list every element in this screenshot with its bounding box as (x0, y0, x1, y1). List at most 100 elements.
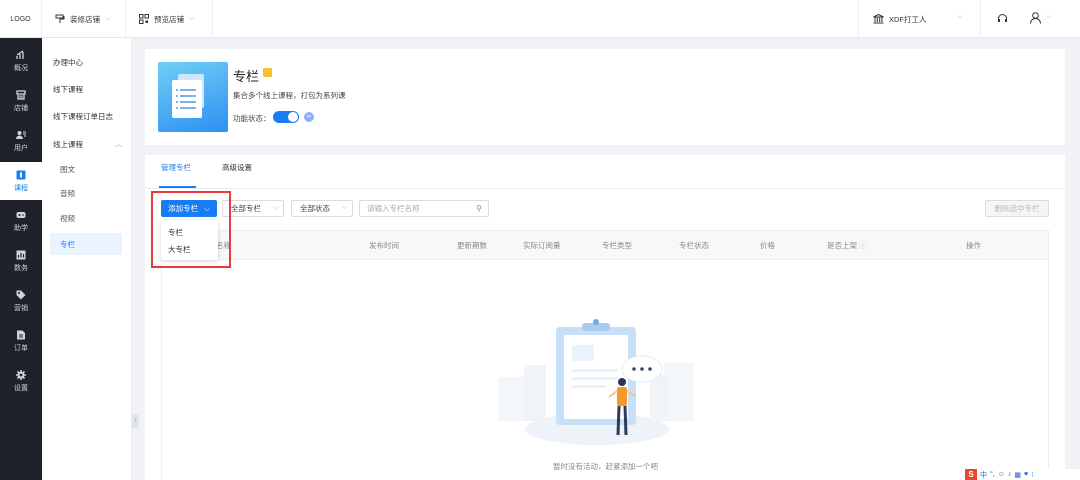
rail-item-orders[interactable]: 订单 (0, 322, 42, 360)
subnav-item-article[interactable]: 图文 (42, 158, 132, 180)
paint-roller-icon (55, 14, 65, 23)
input-method-toolbar[interactable]: S 中 °, ☺ ♪ ▦ ♥ ⁝ (963, 469, 1080, 480)
headset-icon[interactable] (997, 13, 1008, 24)
chevron-down-icon: ⌵ (341, 204, 347, 211)
org-name: XDF打工人 (889, 14, 927, 24)
divider (980, 0, 981, 38)
divider (212, 0, 213, 38)
vip-badge-icon (263, 68, 272, 77)
column-type-value: 全部专栏 (231, 204, 261, 213)
chevron-down-icon: ⌵ (272, 204, 278, 211)
rail-item-marketing[interactable]: 营销 (0, 282, 42, 320)
rail-label: 助学 (14, 224, 28, 232)
ime-skin-icon[interactable]: ♥ (1024, 471, 1028, 478)
ime-menu-icon[interactable]: ⁝ (1031, 471, 1033, 479)
link-icon[interactable]: ∞ (304, 112, 314, 122)
column-header-publish-time: 发布时间 (369, 241, 399, 250)
search-icon[interactable]: ⚲ (476, 204, 482, 213)
preview-store-label: 预览店铺 (154, 14, 184, 24)
rail-item-course[interactable]: 课程 (0, 162, 42, 200)
rail-label: 用户 (14, 144, 28, 152)
highlight-annotation-box (151, 191, 231, 268)
column-header-subscriptions: 实际订阅量 (523, 241, 561, 250)
tab-advanced-settings[interactable]: 高级设置 (222, 162, 252, 188)
chevron-down-icon: ⌵ (189, 15, 195, 22)
column-feature-illustration (158, 62, 228, 132)
column-type-select[interactable]: 全部专栏 ⌵ (222, 200, 284, 217)
column-header-type: 专栏类型 (602, 241, 632, 250)
rail-label: 课程 (14, 184, 28, 192)
column-status-value: 全部状态 (300, 204, 330, 213)
top-bar: LOGO 装修店铺 ⌵ 预览店铺 ⌵ XDF打工人 ⌵ ⌵ (0, 0, 1080, 38)
store-icon (16, 89, 26, 100)
gear-icon (16, 369, 26, 380)
subnav-item-column[interactable]: 专栏 (50, 233, 122, 255)
chevron-down-icon[interactable]: ⌵ (1046, 13, 1051, 21)
rail-item-study[interactable]: 助学 (0, 202, 42, 240)
course-subnav: 办理中心 线下课程 线下课程订单日志 线上课程 ︿ 图文 音频 视频 专栏 (42, 38, 132, 480)
column-header-update-count: 更新期数 (457, 241, 487, 250)
rail-item-users[interactable]: 用户 (0, 122, 42, 160)
empty-state-text: 暂时没有活动，赶紧添加一个吧 (553, 462, 658, 471)
search-placeholder: 请输入专栏名称 (367, 204, 420, 213)
rail-label: 营销 (14, 304, 28, 312)
order-icon (17, 330, 25, 339)
ime-punctuation-icon[interactable]: °, (990, 471, 995, 478)
chevron-down-icon[interactable]: ⌵ (957, 13, 962, 21)
document-icon (172, 80, 202, 118)
column-header-listed-label: 是否上架 (827, 241, 857, 250)
subnav-item-video[interactable]: 视频 (42, 207, 132, 229)
course-icon (16, 170, 26, 179)
preview-store-button[interactable]: 预览店铺 ⌵ (139, 0, 194, 38)
chart-icon (16, 49, 24, 59)
column-header-status: 专栏状态 (679, 241, 709, 250)
tag-icon (16, 290, 26, 299)
divider (858, 0, 859, 38)
ime-mic-icon[interactable]: ♪ (1008, 471, 1012, 478)
rail-label: 订单 (14, 344, 28, 352)
column-search-input[interactable]: 请输入专栏名称 ⚲ (359, 200, 489, 217)
ime-emoji-icon[interactable]: ☺ (998, 471, 1005, 478)
rail-label: 设置 (14, 384, 28, 392)
gamepad-icon (16, 211, 26, 218)
rail-label: 数务 (14, 264, 28, 272)
subnav-item-audio[interactable]: 音频 (42, 182, 132, 204)
subnav-item-offline-order-log[interactable]: 线下课程订单日志 (42, 105, 132, 127)
data-icon (16, 250, 26, 259)
empty-state-illustration (498, 319, 694, 445)
user-icon[interactable] (1030, 12, 1041, 24)
main-nav-rail: 概况 店铺 用户 课程 助学 数务 营销 订单 设置 (0, 38, 42, 480)
subnav-group-online-course[interactable]: 线上课程 ︿ (42, 133, 132, 155)
page-title: 专栏 (233, 69, 260, 84)
rail-item-store[interactable]: 店铺 (0, 82, 42, 120)
feature-status-toggle[interactable] (273, 111, 299, 123)
toggle-knob (288, 112, 298, 122)
rail-item-data[interactable]: 数务 (0, 242, 42, 280)
ime-keyboard-icon[interactable]: ▦ (1014, 471, 1021, 479)
ime-chinese-icon[interactable]: 中 (980, 470, 987, 480)
feature-status-label: 功能状态： (233, 114, 271, 123)
rail-item-overview[interactable]: 概况 (0, 42, 42, 80)
column-header-price: 价格 (760, 241, 775, 250)
delete-selected-button[interactable]: 删除选中专栏 (985, 200, 1049, 217)
decorate-store-button[interactable]: 装修店铺 ⌵ (55, 0, 110, 38)
rail-item-settings[interactable]: 设置 (0, 362, 42, 400)
subnav-group-label: 线上课程 (53, 139, 83, 149)
chevron-up-icon: ︿ (115, 141, 122, 148)
subnav-item-center[interactable]: 办理中心 (42, 51, 132, 73)
bank-icon (873, 14, 884, 24)
subnav-item-offline-course[interactable]: 线下课程 (42, 78, 132, 100)
info-icon[interactable]: ⓘ (859, 241, 867, 250)
users-icon (16, 130, 26, 139)
rail-label: 店铺 (14, 104, 28, 112)
column-header-actions: 操作 (966, 241, 981, 250)
tab-manage-columns[interactable]: 管理专栏 (161, 162, 191, 188)
rail-label: 概况 (14, 64, 28, 72)
chevron-down-icon: ⌵ (105, 15, 111, 22)
column-header-listed: 是否上架 ⓘ (827, 240, 867, 251)
org-switcher[interactable]: XDF打工人 (873, 0, 927, 38)
divider (125, 0, 126, 38)
column-status-select[interactable]: 全部状态 ⌵ (291, 200, 353, 217)
logo[interactable]: LOGO (0, 0, 42, 38)
collapse-sidebar-handle[interactable]: ‹ (132, 414, 139, 428)
